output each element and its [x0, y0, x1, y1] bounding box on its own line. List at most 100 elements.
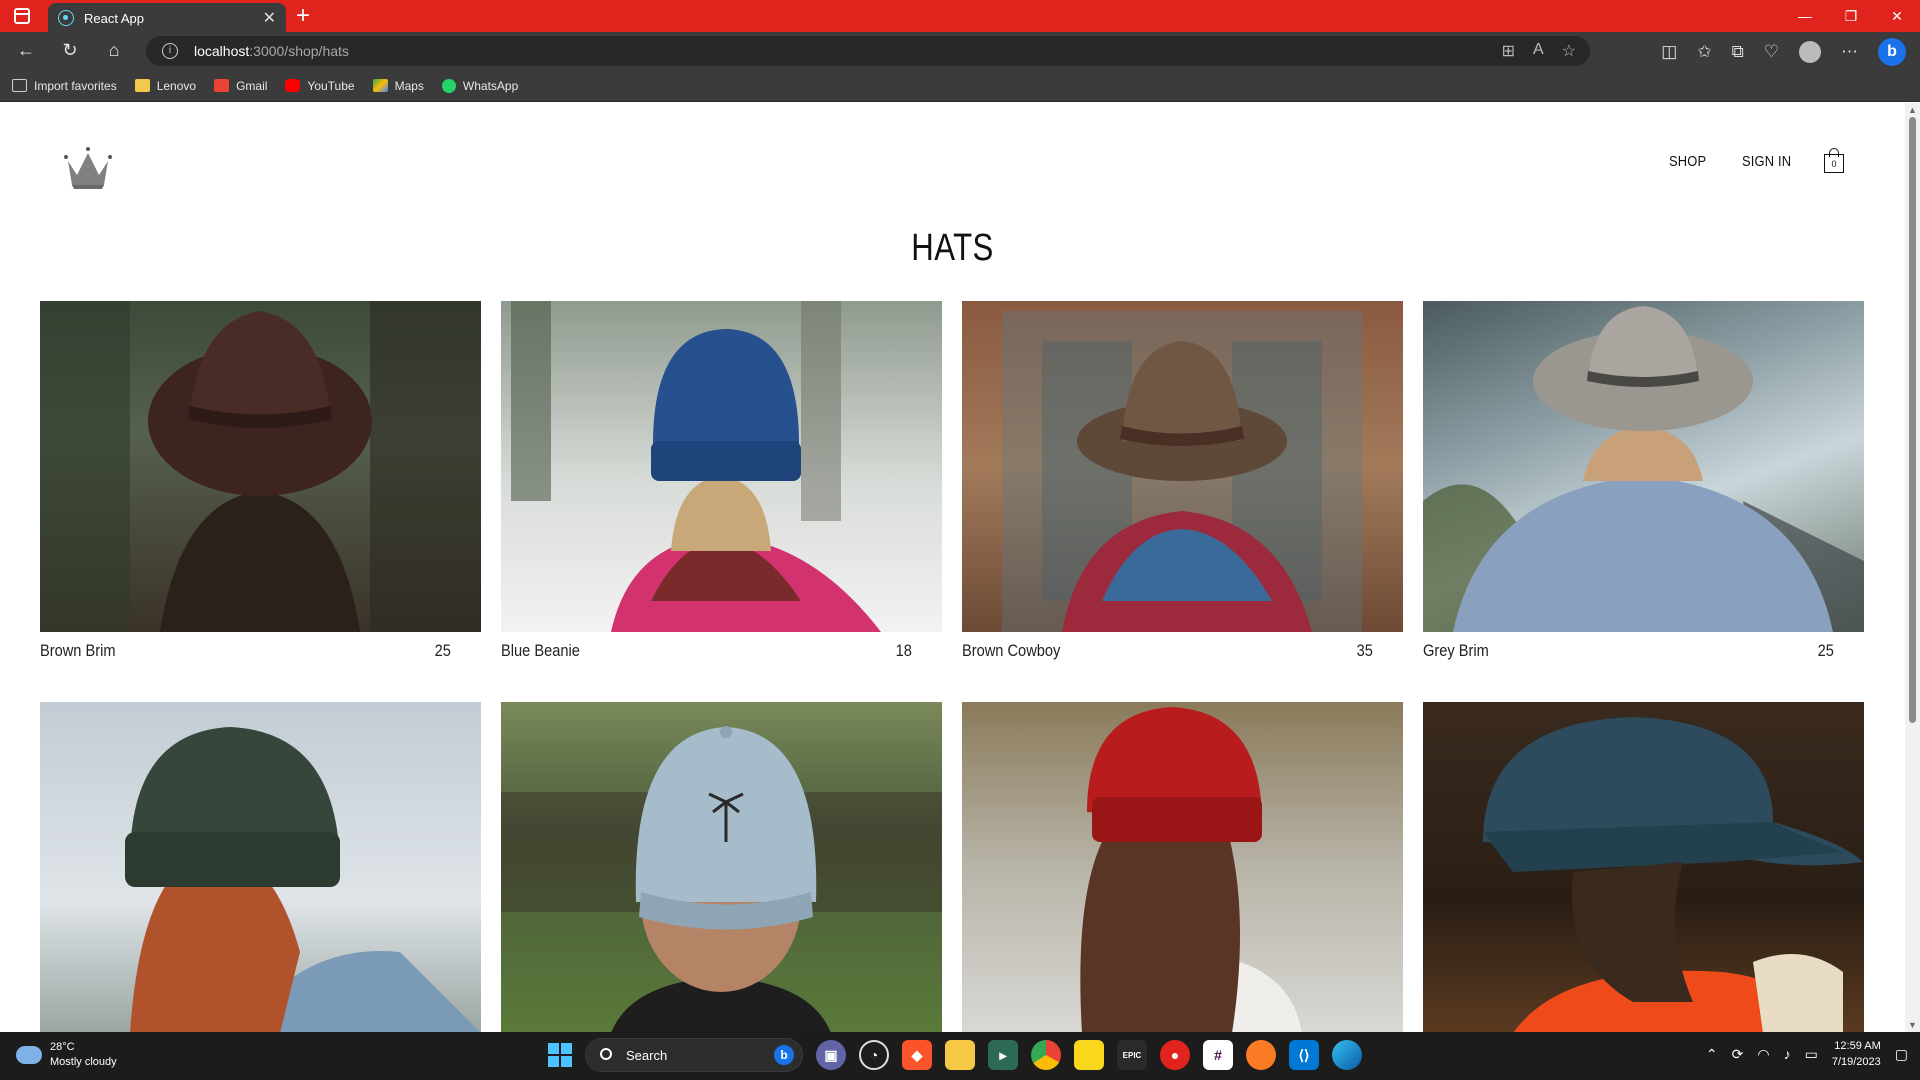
- scroll-down-icon[interactable]: ▼: [1908, 1020, 1917, 1030]
- tab-react-app[interactable]: React App ✕: [48, 3, 286, 32]
- sync-icon[interactable]: ⟳: [1732, 1046, 1744, 1063]
- home-icon[interactable]: ⌂: [102, 40, 126, 61]
- product-card[interactable]: Grey Brim 25: [1423, 301, 1864, 664]
- brown-brim-illustration: [40, 301, 481, 632]
- tab-actions-icon[interactable]: [14, 8, 30, 24]
- vscode-icon[interactable]: ⟨⟩: [1289, 1040, 1319, 1070]
- windows-start-icon[interactable]: [548, 1043, 572, 1067]
- search-icon: [600, 1048, 612, 1060]
- brown-cowboy-illustration: [1002, 311, 1362, 632]
- browser-essentials-icon[interactable]: ♡: [1764, 42, 1779, 62]
- brave-icon[interactable]: ◆: [902, 1040, 932, 1070]
- site-info-icon[interactable]: i: [162, 43, 178, 59]
- refresh-icon[interactable]: ↻: [58, 40, 82, 61]
- restore-button[interactable]: ❐: [1828, 0, 1874, 32]
- product-grid: Brown Brim 25 Blue Beanie 18 Brown Cowbo…: [40, 301, 1866, 1032]
- favorites-bar: Import favorites Lenovo Gmail YouTube Ma…: [0, 70, 1920, 102]
- scroll-up-icon[interactable]: ▲: [1908, 105, 1917, 115]
- scrollbar-thumb[interactable]: [1909, 117, 1916, 723]
- product-image[interactable]: [1423, 301, 1864, 632]
- product-image[interactable]: [501, 301, 942, 632]
- product-price: 25: [434, 641, 451, 660]
- teams-chat-icon[interactable]: ▣: [816, 1040, 846, 1070]
- file-explorer-icon[interactable]: [945, 1040, 975, 1070]
- notifications-icon[interactable]: ▢: [1895, 1046, 1908, 1063]
- favorite-gmail[interactable]: Gmail: [214, 79, 267, 93]
- nav-sign-in-link[interactable]: SIGN IN: [1742, 153, 1791, 170]
- grey-brim-illustration: [1423, 306, 1864, 632]
- bing-icon: b: [774, 1045, 794, 1065]
- slack-icon[interactable]: #: [1203, 1040, 1233, 1070]
- app-available-icon[interactable]: ⊞: [1502, 41, 1515, 61]
- cart-icon[interactable]: 0: [1823, 148, 1845, 174]
- copilot-icon[interactable]: b: [1878, 38, 1906, 66]
- favorite-import[interactable]: Import favorites: [12, 79, 117, 93]
- edge-icon[interactable]: [1332, 1040, 1362, 1070]
- url-field[interactable]: i localhost:3000/shop/hats ⊞ A ☆: [146, 36, 1590, 66]
- product-card[interactable]: [962, 702, 1403, 1032]
- terminal-icon[interactable]: ▸: [988, 1040, 1018, 1070]
- crown-logo-icon[interactable]: [62, 145, 114, 191]
- more-options-icon[interactable]: ⋯: [1841, 42, 1858, 62]
- favorite-star-icon[interactable]: ☆: [1562, 41, 1576, 61]
- chevron-up-icon[interactable]: ⌃: [1706, 1046, 1718, 1063]
- url-text[interactable]: localhost:3000/shop/hats: [194, 43, 349, 59]
- tab-title: React App: [84, 11, 144, 26]
- favorite-whatsapp[interactable]: WhatsApp: [441, 78, 518, 93]
- product-price: 18: [895, 641, 912, 660]
- xampp-icon[interactable]: [1246, 1040, 1276, 1070]
- volume-icon[interactable]: ♪: [1784, 1046, 1791, 1062]
- obs-icon[interactable]: ◔: [859, 1040, 889, 1070]
- taskbar-search[interactable]: Search b: [585, 1038, 803, 1072]
- sticky-notes-icon[interactable]: [1074, 1040, 1104, 1070]
- close-window-button[interactable]: ✕: [1874, 0, 1920, 32]
- product-card[interactable]: [1423, 702, 1864, 1032]
- minimize-button[interactable]: —: [1782, 0, 1828, 32]
- favorite-youtube[interactable]: YouTube: [285, 79, 355, 93]
- close-tab-icon[interactable]: ✕: [263, 8, 276, 28]
- favorites-icon[interactable]: ✩: [1697, 42, 1711, 62]
- recorder-icon[interactable]: ●: [1160, 1040, 1190, 1070]
- nav-shop-link[interactable]: SHOP: [1669, 153, 1706, 170]
- product-image[interactable]: [1423, 702, 1864, 1032]
- taskbar-clock[interactable]: 12:59 AM 7/19/2023: [1832, 1038, 1881, 1070]
- product-card[interactable]: [501, 702, 942, 1032]
- product-image[interactable]: [962, 702, 1403, 1032]
- product-image[interactable]: [962, 301, 1403, 632]
- product-card[interactable]: Brown Cowboy 35: [962, 301, 1403, 664]
- product-name: Brown Cowboy: [962, 641, 1061, 660]
- wifi-icon[interactable]: ◠: [1757, 1046, 1769, 1063]
- favorite-lenovo[interactable]: Lenovo: [134, 79, 196, 93]
- product-image[interactable]: [501, 702, 942, 1032]
- new-tab-button[interactable]: +: [296, 2, 310, 30]
- battery-icon[interactable]: ▭: [1805, 1046, 1818, 1063]
- favorite-maps[interactable]: Maps: [372, 79, 424, 93]
- profile-avatar[interactable]: [1799, 41, 1821, 63]
- product-card[interactable]: Brown Brim 25: [40, 301, 481, 664]
- product-card[interactable]: [40, 702, 481, 1032]
- maps-icon: [372, 79, 388, 92]
- cart-count: 0: [1831, 159, 1837, 169]
- back-icon[interactable]: ←: [14, 40, 38, 61]
- web-page: SHOP SIGN IN 0 HATS Brown Brim 25 Blue B…: [0, 103, 1905, 1032]
- weather-temp: 28°C: [50, 1041, 75, 1053]
- product-image[interactable]: [40, 702, 481, 1032]
- page-scrollbar[interactable]: ▲ ▼: [1905, 103, 1920, 1032]
- split-screen-icon[interactable]: ◫: [1661, 42, 1677, 62]
- youtube-icon: [285, 79, 301, 92]
- chrome-icon[interactable]: [1031, 1040, 1061, 1070]
- palm-tree-cap-illustration: [501, 726, 942, 1032]
- read-aloud-icon[interactable]: A: [1533, 41, 1544, 61]
- cloud-icon: [16, 1041, 42, 1064]
- product-price: 35: [1356, 641, 1373, 660]
- epic-games-icon[interactable]: EPIC: [1117, 1040, 1147, 1070]
- product-card[interactable]: Blue Beanie 18: [501, 301, 942, 664]
- red-beanie-illustration: [1080, 707, 1302, 1032]
- product-image[interactable]: [40, 301, 481, 632]
- react-icon: [58, 10, 74, 26]
- wolf-cap-illustration: [1483, 717, 1863, 1032]
- collections-icon[interactable]: ⧉: [1732, 42, 1744, 62]
- weather-widget[interactable]: 28°C Mostly cloudy: [16, 1040, 117, 1070]
- product-name: Grey Brim: [1423, 641, 1489, 660]
- weather-desc: Mostly cloudy: [50, 1056, 117, 1068]
